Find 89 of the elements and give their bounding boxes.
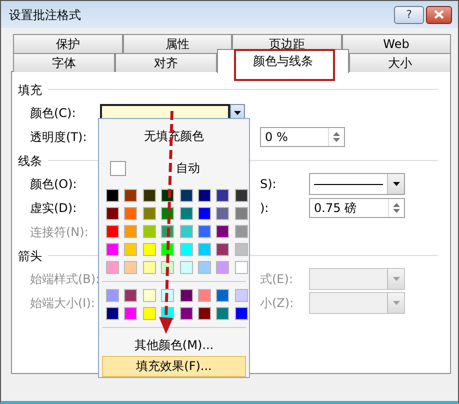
color-swatch[interactable] bbox=[106, 225, 119, 238]
color-swatch[interactable] bbox=[234, 243, 248, 256]
color-swatch[interactable] bbox=[180, 207, 193, 220]
menu-item[interactable]: 其他颜色(M)... bbox=[102, 335, 246, 356]
field-label: 颜色(O): bbox=[30, 176, 78, 193]
tab[interactable]: 字体 bbox=[13, 53, 115, 72]
color-swatch[interactable] bbox=[106, 261, 119, 274]
color-swatch[interactable] bbox=[234, 307, 248, 320]
swatch[interactable] bbox=[110, 160, 126, 176]
field-label: 连接符(N): bbox=[30, 224, 90, 241]
color-swatch[interactable] bbox=[124, 225, 138, 238]
up-icon bbox=[393, 203, 400, 207]
color-swatch[interactable] bbox=[142, 189, 156, 202]
color-swatch[interactable] bbox=[124, 243, 138, 256]
help-button[interactable]: ? bbox=[394, 6, 424, 24]
color-swatch[interactable] bbox=[124, 207, 138, 220]
field-label: ): bbox=[260, 200, 270, 217]
tab[interactable]: 对齐 bbox=[115, 53, 217, 72]
field-label: 小(Z): bbox=[260, 295, 295, 312]
color-swatch[interactable] bbox=[142, 307, 156, 320]
down-icon bbox=[393, 209, 400, 213]
field-label: S): bbox=[260, 176, 278, 193]
color-swatch[interactable] bbox=[124, 189, 138, 202]
color-swatch[interactable] bbox=[216, 225, 230, 238]
color-swatch[interactable] bbox=[198, 289, 211, 302]
color-swatch[interactable] bbox=[234, 261, 248, 274]
color-swatch[interactable] bbox=[234, 207, 248, 220]
color-swatch[interactable] bbox=[198, 225, 211, 238]
color-swatch[interactable] bbox=[180, 243, 193, 256]
field-label: 透明度(T): bbox=[30, 129, 88, 146]
menu-item[interactable]: 填充效果(F)... bbox=[102, 356, 246, 377]
color-swatch[interactable] bbox=[142, 225, 156, 238]
color-swatch[interactable] bbox=[180, 261, 193, 274]
color-swatch[interactable] bbox=[106, 289, 119, 302]
menu-item[interactable]: 自动 bbox=[102, 153, 246, 183]
color-swatch[interactable] bbox=[216, 307, 230, 320]
color-swatch[interactable] bbox=[234, 289, 248, 302]
color-swatch[interactable] bbox=[216, 261, 230, 274]
color-swatch[interactable] bbox=[142, 261, 156, 274]
color-swatch[interactable] bbox=[234, 225, 248, 238]
close-icon bbox=[434, 10, 444, 19]
color-swatch[interactable] bbox=[198, 307, 211, 320]
color-swatch[interactable] bbox=[216, 207, 230, 220]
color-swatch[interactable] bbox=[216, 189, 230, 202]
tab[interactable]: 属性 bbox=[122, 34, 232, 53]
color-swatch[interactable] bbox=[142, 207, 156, 220]
color-swatch[interactable] bbox=[124, 261, 138, 274]
color-swatch[interactable] bbox=[142, 289, 156, 302]
caret-icon bbox=[392, 182, 400, 186]
section-title: 箭头 bbox=[18, 248, 42, 264]
color-swatch[interactable] bbox=[106, 207, 119, 220]
field-label: 颜色(C): bbox=[30, 105, 77, 122]
color-swatch[interactable] bbox=[216, 289, 230, 302]
color-swatch[interactable] bbox=[180, 225, 193, 238]
color-swatch[interactable] bbox=[180, 289, 193, 302]
color-swatch[interactable] bbox=[124, 307, 138, 320]
color-swatch[interactable] bbox=[106, 307, 119, 320]
field-label: 始端样式(B): bbox=[30, 271, 100, 288]
tab[interactable]: 保护 bbox=[13, 34, 122, 53]
field-label: 式(E): bbox=[260, 271, 294, 288]
color-swatch[interactable] bbox=[198, 243, 211, 256]
up-icon bbox=[333, 132, 340, 136]
tab[interactable]: 颜色与线条 bbox=[217, 49, 349, 73]
window-title: 设置批注格式 bbox=[9, 6, 82, 24]
color-swatch[interactable] bbox=[124, 289, 138, 302]
section-title: 线条 bbox=[18, 152, 42, 170]
color-swatch[interactable] bbox=[234, 189, 248, 202]
field-label: 虚实(D): bbox=[30, 200, 78, 217]
spin-field[interactable]: 0.75 磅 bbox=[309, 198, 405, 218]
color-swatch[interactable] bbox=[198, 261, 211, 274]
dropdown[interactable] bbox=[309, 173, 405, 195]
section-title: 填充 bbox=[18, 82, 42, 98]
close-button[interactable] bbox=[426, 6, 452, 24]
caret-icon bbox=[234, 111, 241, 115]
color-swatch[interactable] bbox=[180, 189, 193, 202]
color-swatch[interactable] bbox=[180, 307, 193, 320]
caret-icon bbox=[392, 301, 400, 305]
color-swatch[interactable] bbox=[106, 243, 119, 256]
down-icon bbox=[333, 138, 340, 142]
tab[interactable]: 大小 bbox=[349, 53, 451, 72]
field-label: 始端大小(I): bbox=[30, 295, 96, 312]
tab[interactable]: Web bbox=[342, 34, 451, 53]
color-swatch[interactable] bbox=[198, 189, 211, 202]
color-swatch[interactable] bbox=[106, 189, 119, 202]
spin-field[interactable]: 0 % bbox=[260, 127, 345, 147]
color-swatch[interactable] bbox=[142, 243, 156, 256]
color-swatch[interactable] bbox=[216, 243, 230, 256]
caret-icon bbox=[392, 277, 400, 281]
color-swatch[interactable] bbox=[198, 207, 211, 220]
